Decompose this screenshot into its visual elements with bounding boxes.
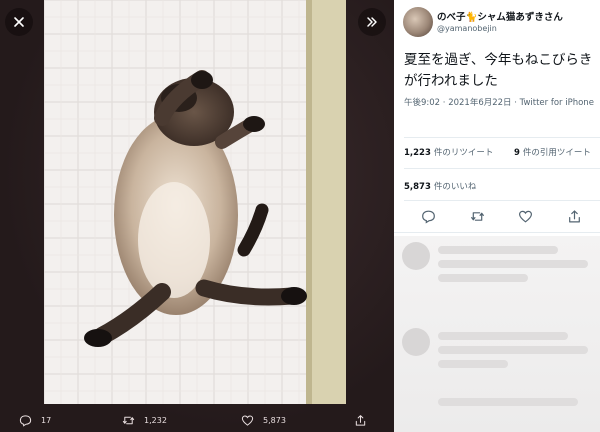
avatar — [402, 242, 430, 270]
tweet-detail-panel: のべ子🐈シャム猫あずきさん @yamanobejin 夏至を過ぎ、今年もねこびら… — [394, 0, 600, 432]
reply-icon — [422, 210, 435, 224]
cat-photo-image — [44, 0, 346, 404]
avatar[interactable] — [403, 7, 433, 37]
divider — [394, 232, 600, 233]
avatar — [402, 328, 430, 356]
heart-icon — [241, 415, 254, 426]
blurred-line — [438, 360, 508, 368]
share-button[interactable] — [567, 209, 582, 224]
blurred-replies — [394, 236, 600, 432]
heart-icon — [518, 210, 533, 223]
viewer-retweet-count: 1,232 — [144, 415, 167, 425]
viewer-reply-button[interactable]: 17 — [19, 414, 51, 427]
retweet-icon — [122, 416, 135, 424]
like-button[interactable] — [518, 209, 533, 224]
divider — [404, 200, 600, 201]
blurred-line — [438, 346, 588, 354]
tweet-photo[interactable] — [44, 0, 346, 404]
likes-count: 5,873 — [404, 182, 431, 192]
retweet-icon — [471, 212, 484, 221]
retweet-button[interactable] — [470, 209, 485, 224]
viewer-like-count: 5,873 — [263, 415, 286, 425]
blurred-line — [438, 332, 568, 340]
reply-button[interactable] — [421, 209, 436, 224]
likes-stat[interactable]: 5,873 件のいいね — [404, 180, 476, 192]
divider — [404, 168, 600, 169]
retweets-label: 件のリツイート — [433, 148, 494, 158]
author-handle[interactable]: @yamanobejin — [437, 24, 497, 33]
reply-icon — [19, 414, 32, 427]
divider — [404, 137, 600, 138]
retweets-stat[interactable]: 1,223 件のリツイート — [404, 146, 493, 158]
likes-label: 件のいいね — [433, 182, 477, 192]
expand-chevron-icon[interactable] — [358, 8, 386, 36]
blurred-line — [438, 398, 578, 406]
quotes-stat[interactable]: 9 件の引用ツイート — [514, 146, 591, 158]
viewer-reply-count: 17 — [41, 415, 52, 425]
blurred-line — [438, 246, 558, 254]
retweets-count: 1,223 — [404, 148, 431, 158]
quotes-count: 9 — [514, 148, 520, 158]
viewer-retweet-button[interactable]: 1,232 — [122, 414, 167, 427]
share-icon — [569, 210, 580, 223]
tweet-timestamp[interactable]: 午後9:02 · 2021年6月22日 · Twitter for iPhone — [404, 96, 594, 110]
close-icon[interactable] — [5, 8, 33, 36]
viewer-like-button[interactable]: 5,873 — [241, 414, 286, 427]
viewer-share-button[interactable] — [354, 414, 367, 427]
media-viewer: 17 1,232 5,873 — [0, 0, 394, 432]
viewer-action-bar: 17 1,232 5,873 — [0, 408, 394, 432]
tweet-text: 夏至を過ぎ、今年もねこびらきが行われました — [404, 52, 593, 89]
author-display-name[interactable]: のべ子🐈シャム猫あずきさん — [437, 9, 563, 23]
tweet-action-bar — [394, 206, 600, 228]
quotes-label: 件の引用ツイート — [522, 148, 591, 158]
blurred-line — [438, 260, 588, 268]
blurred-line — [438, 274, 528, 282]
share-icon — [355, 414, 366, 426]
